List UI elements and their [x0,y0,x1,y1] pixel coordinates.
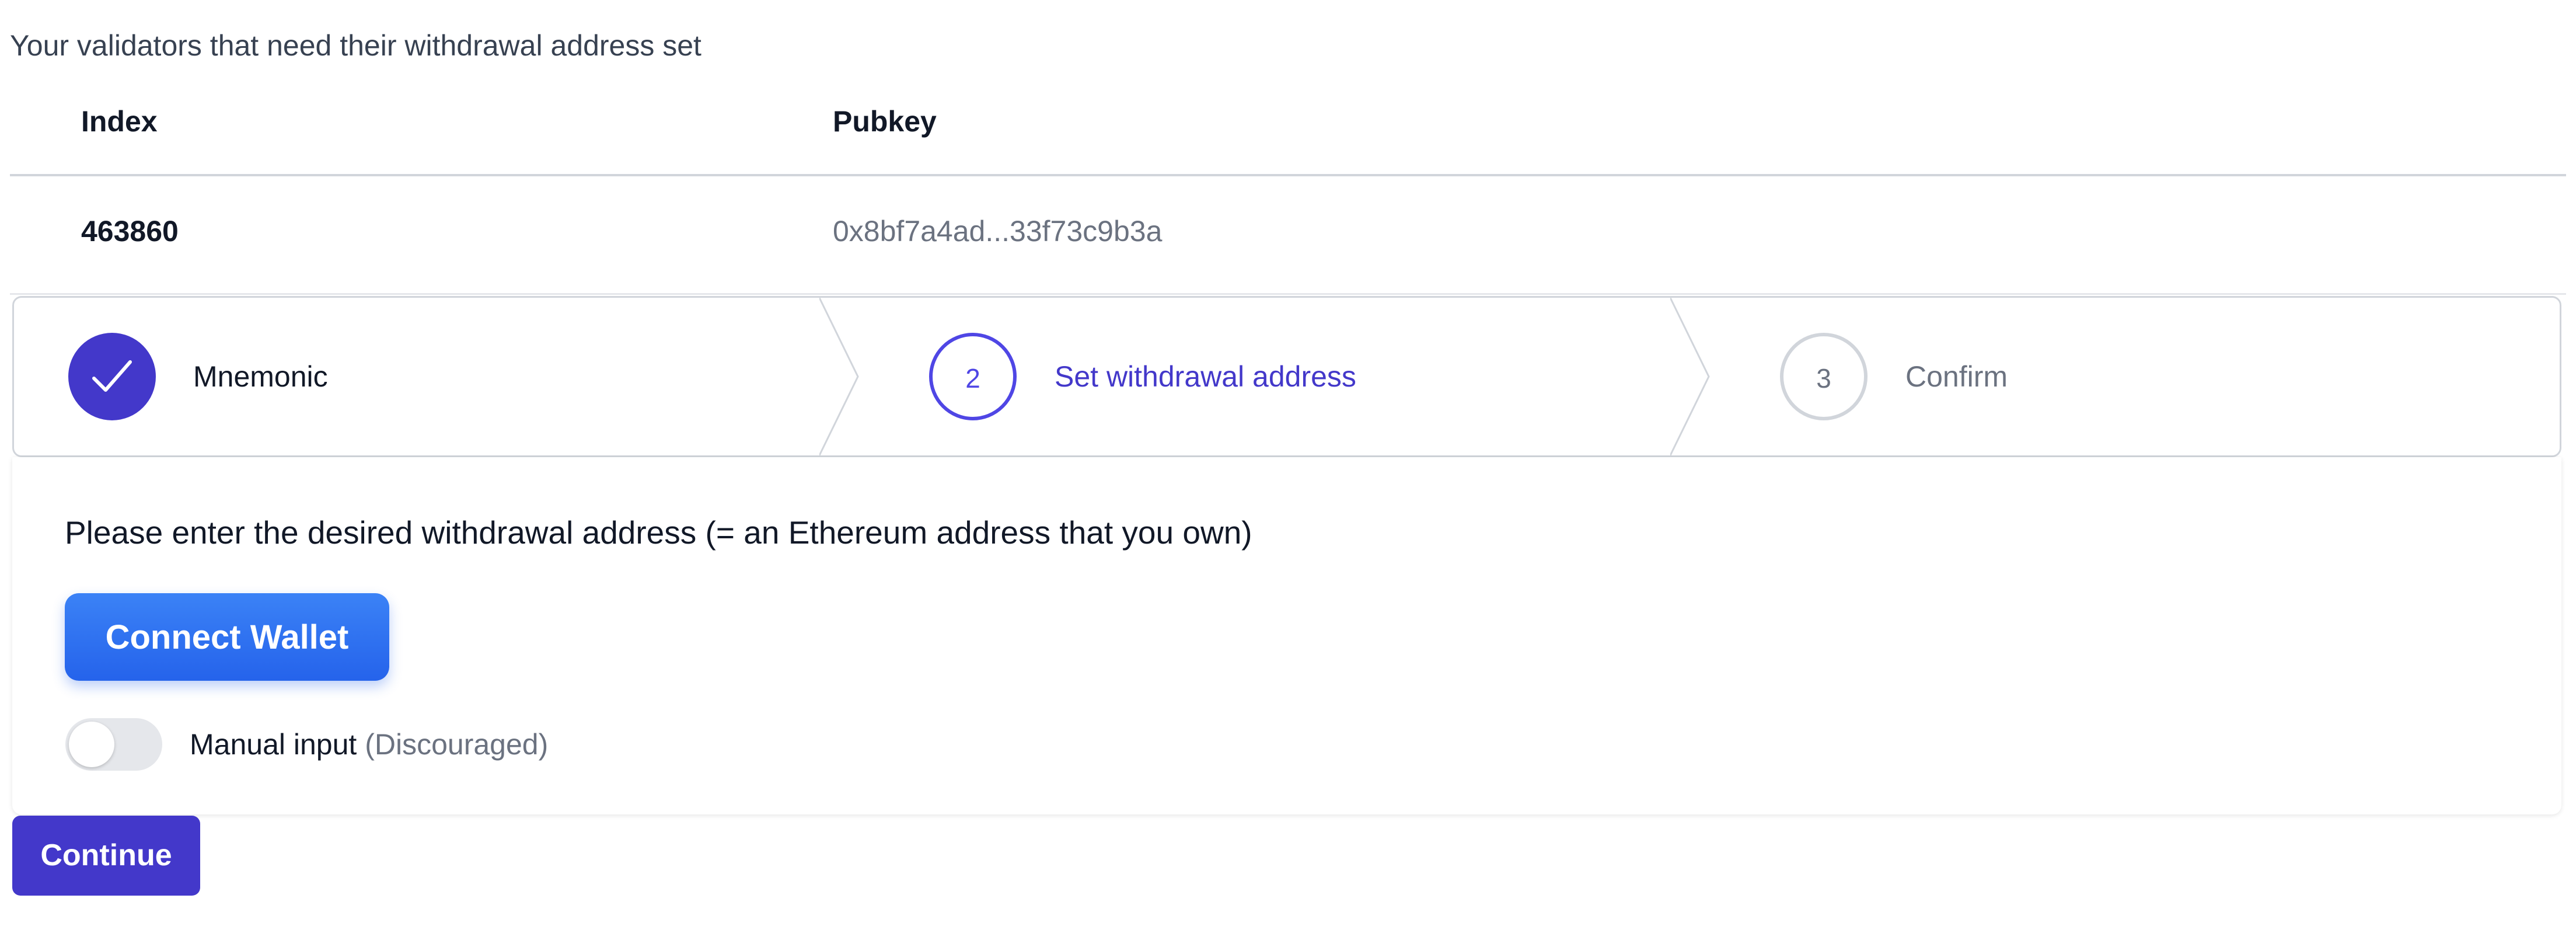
withdrawal-instruction: Please enter the desired withdrawal addr… [65,514,1252,551]
continue-button[interactable]: Continue [12,816,200,896]
validators-table: Index Pubkey 463860 0x8bf7a4ad...33f73c9… [10,82,2566,295]
validators-intro-text: Your validators that need their withdraw… [10,29,701,62]
withdrawal-address-panel: Please enter the desired withdrawal addr… [12,457,2561,814]
step-number-indicator: 2 [929,333,1017,420]
manual-input-note: (Discouraged) [365,728,549,761]
connect-wallet-button[interactable]: Connect Wallet [65,593,389,681]
step-mnemonic: Mnemonic [14,298,825,455]
column-header-pubkey: Pubkey [833,105,937,138]
step-confirm: 3 Confirm [1676,298,2560,455]
validator-index: 463860 [81,215,179,248]
validator-pubkey: 0x8bf7a4ad...33f73c9b3a [833,215,1163,248]
step-set-withdrawal-address: 2 Set withdrawal address [825,298,1676,455]
step-label: Confirm [1905,360,2008,393]
manual-input-label-row: Manual input (Discouraged) [190,726,548,763]
manual-input-toggle[interactable] [65,718,162,771]
step-label: Set withdrawal address [1055,360,1356,393]
column-header-index: Index [81,105,158,138]
check-icon [92,360,132,392]
toggle-knob [69,722,114,767]
step-complete-indicator [68,333,156,420]
table-row: 463860 0x8bf7a4ad...33f73c9b3a [10,176,2566,295]
manual-input-label: Manual input [190,728,357,761]
progress-stepper: Mnemonic 2 Set withdrawal address 3 Conf… [12,296,2561,457]
table-header: Index Pubkey [10,82,2566,176]
step-label: Mnemonic [193,360,328,393]
step-number-indicator: 3 [1780,333,1868,420]
withdrawal-setup-page: Your validators that need their withdraw… [0,0,2576,947]
